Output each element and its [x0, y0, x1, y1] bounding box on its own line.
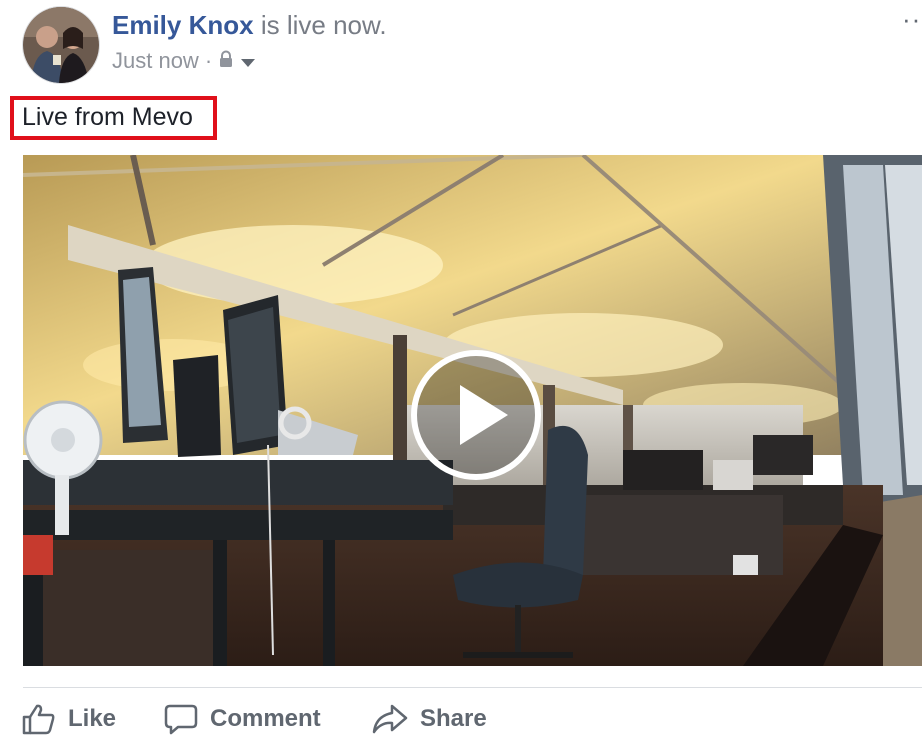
comment-bubble-icon: [164, 703, 198, 735]
post-caption: Live from Mevo: [22, 103, 193, 131]
author-avatar[interactable]: [22, 6, 100, 84]
post-timestamp[interactable]: Just now: [112, 48, 199, 74]
comment-button[interactable]: Comment: [164, 700, 321, 738]
play-icon[interactable]: [410, 349, 542, 481]
caret-down-icon[interactable]: [240, 48, 256, 74]
like-button[interactable]: Like: [22, 700, 116, 738]
post-header: Emily Knox is live now.: [112, 10, 387, 41]
share-label: Share: [420, 705, 487, 732]
like-label: Like: [68, 705, 117, 732]
lock-icon: [218, 48, 234, 74]
action-bar: Like Comment Share: [0, 700, 922, 738]
thumbs-up-icon: [22, 703, 56, 735]
share-arrow-icon: [372, 703, 408, 735]
meta-separator: ·: [204, 48, 213, 73]
comment-label: Comment: [210, 705, 321, 732]
live-post-card: Emily Knox is live now. Just now · ··· L…: [0, 0, 922, 738]
share-button[interactable]: Share: [372, 700, 487, 738]
post-meta: Just now ·: [112, 48, 256, 74]
avatar-photo: [23, 7, 99, 83]
action-bar-divider: [23, 687, 922, 688]
more-options-icon[interactable]: ···: [902, 4, 922, 35]
author-name-link[interactable]: Emily Knox: [112, 10, 254, 40]
live-status-text: is live now.: [260, 10, 387, 40]
